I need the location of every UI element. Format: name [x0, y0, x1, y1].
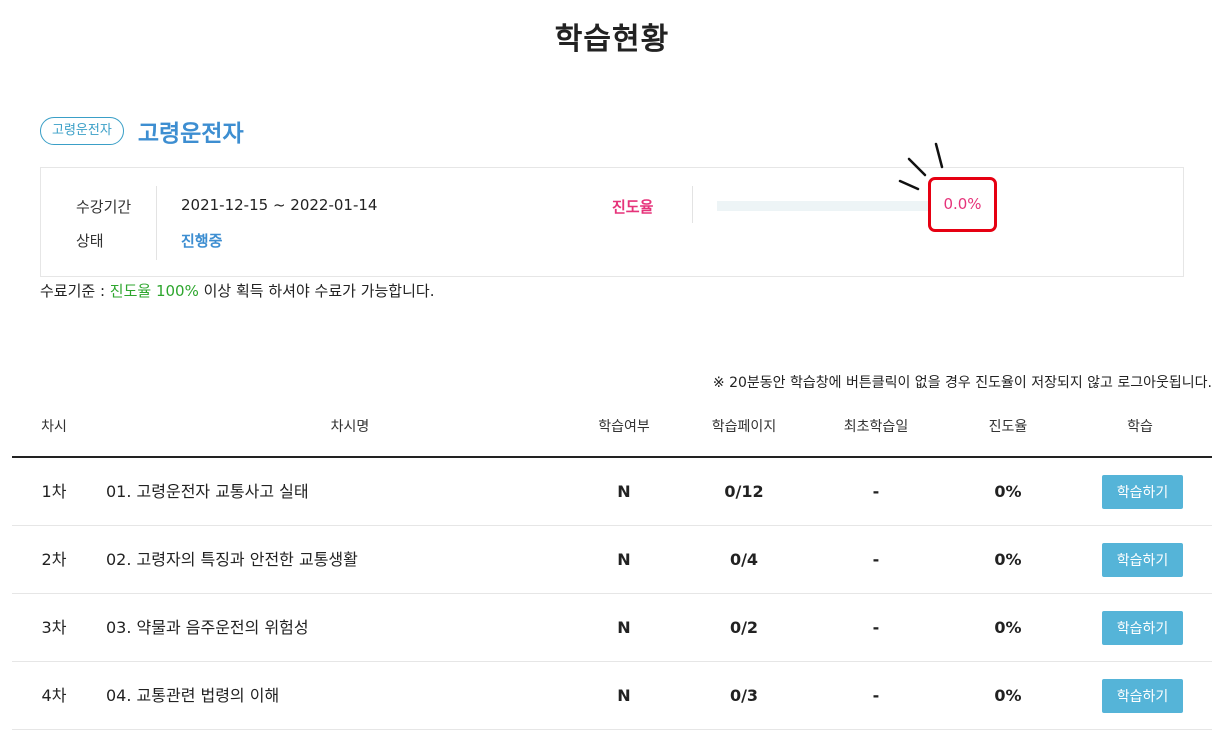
completion-criteria: 수료기준 : 진도율 100% 이상 획득 하셔야 수료가 가능합니다.: [40, 280, 434, 301]
progress-bar: [717, 201, 929, 211]
first-study-date: -: [872, 550, 880, 569]
session-progress: 0%: [994, 618, 1022, 637]
study-button[interactable]: 학습하기: [1102, 475, 1183, 509]
session-number: 3차: [41, 618, 67, 637]
lesson-table-header: 차시 차시명 학습여부 학습페이지 최초학습일 진도율 학습: [12, 404, 1212, 458]
progress-value: 0.0%: [928, 177, 997, 232]
session-name: 03. 약물과 음주운전의 위험성: [106, 618, 309, 637]
table-row: 4차 04. 교통관련 법령의 이해 N 0/3 - 0% 학습하기: [12, 662, 1212, 730]
status-value: 진행중: [181, 232, 223, 250]
completed-flag: N: [617, 482, 631, 501]
session-number: 4차: [41, 686, 67, 705]
course-category-badge: 고령운전자: [40, 117, 124, 145]
study-button[interactable]: 학습하기: [1102, 611, 1183, 645]
table-row: 3차 03. 약물과 음주운전의 위험성 N 0/2 - 0% 학습하기: [12, 594, 1212, 662]
page-count: 0/4: [729, 550, 759, 569]
criteria-highlight: 진도율 100%: [109, 282, 199, 300]
first-study-date: -: [872, 482, 880, 501]
timeout-notice: ※ 20분동안 학습창에 버튼클릭이 없을 경우 진도율이 저장되지 않고 로그…: [712, 375, 1212, 391]
header-first-date: 최초학습일: [843, 419, 909, 435]
first-study-date: -: [872, 618, 880, 637]
session-progress: 0%: [994, 482, 1022, 501]
session-number: 1차: [41, 482, 67, 501]
session-name: 01. 고령운전자 교통사고 실태: [106, 482, 309, 501]
table-row: 1차 01. 고령운전자 교통사고 실태 N 0/12 - 0% 학습하기: [12, 458, 1212, 526]
course-info-panel: 수강기간 상태 2021-12-15 ~ 2022-01-14 진행중 진도율 …: [40, 142, 1184, 277]
session-name: 04. 교통관련 법령의 이해: [106, 686, 280, 705]
period-value: 2021-12-15 ~ 2022-01-14: [181, 196, 378, 214]
header-session: 차시: [41, 419, 67, 435]
page-title: 학습현황: [554, 22, 670, 57]
session-name: 02. 고령자의 특징과 안전한 교통생활: [106, 550, 358, 569]
info-divider: [156, 186, 157, 260]
page-count: 0/2: [729, 618, 759, 637]
completed-flag: N: [617, 550, 631, 569]
header-completed: 학습여부: [598, 419, 650, 435]
page-count: 0/3: [729, 686, 759, 705]
header-study: 학습: [1127, 419, 1153, 435]
first-study-date: -: [872, 686, 880, 705]
course-title: 고령운전자: [137, 121, 244, 147]
completed-flag: N: [617, 618, 631, 637]
page-count: 0/12: [724, 482, 764, 501]
header-session-name: 차시명: [330, 419, 370, 435]
progress-divider: [692, 186, 693, 223]
status-label: 상태: [76, 232, 104, 250]
criteria-prefix: 수료기준 :: [40, 282, 110, 300]
session-progress: 0%: [994, 550, 1022, 569]
session-number: 2차: [41, 550, 67, 569]
completed-flag: N: [617, 686, 631, 705]
header-progress: 진도율: [988, 419, 1028, 435]
session-progress: 0%: [994, 686, 1022, 705]
study-button[interactable]: 학습하기: [1102, 679, 1183, 713]
header-pages: 학습페이지: [711, 419, 777, 435]
progress-label: 진도율: [612, 198, 654, 216]
criteria-suffix: 이상 획득 하셔야 수료가 가능합니다.: [198, 282, 435, 300]
period-label: 수강기간: [76, 198, 132, 216]
study-button[interactable]: 학습하기: [1102, 543, 1183, 577]
course-header: 고령운전자 고령운전자: [40, 114, 244, 148]
table-row: 2차 02. 고령자의 특징과 안전한 교통생활 N 0/4 - 0% 학습하기: [12, 526, 1212, 594]
